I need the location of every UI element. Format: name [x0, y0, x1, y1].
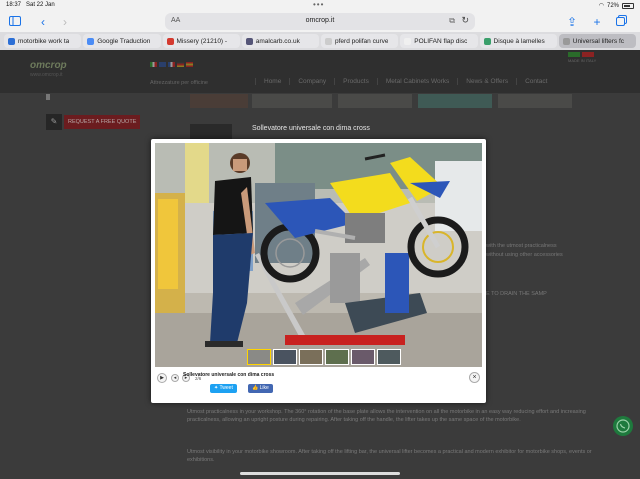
- tabs-overview-icon[interactable]: [614, 15, 628, 29]
- url-text[interactable]: omcrop.it: [165, 17, 475, 24]
- sidebar-icon[interactable]: [8, 15, 22, 29]
- browser-tab[interactable]: motorbike work ta: [4, 34, 82, 48]
- tab-label: motorbike work ta: [18, 37, 70, 45]
- tab-label: Missery (21210) -: [176, 37, 228, 45]
- share-icon[interactable]: ⇪: [565, 15, 579, 29]
- translate-icon[interactable]: ⧉: [449, 16, 455, 26]
- reload-icon[interactable]: ↻: [461, 15, 469, 26]
- image-counter: 2/6: [195, 376, 202, 381]
- battery-icon: [622, 2, 634, 9]
- browser-tab[interactable]: Disque à lamelles: [479, 34, 557, 48]
- thumbnail-filmstrip: [247, 349, 401, 365]
- previous-button[interactable]: ◂: [171, 374, 179, 382]
- filmstrip-thumbnail[interactable]: [299, 349, 323, 365]
- nav-item[interactable]: Metal Cabinets Works: [376, 78, 457, 85]
- thumbnail-strip-2[interactable]: [252, 94, 332, 108]
- thumbnail-strip-5[interactable]: [498, 94, 572, 108]
- tab-favicon-icon: [87, 37, 95, 45]
- nav-item[interactable]: Products: [334, 78, 377, 85]
- flag-en-icon[interactable]: [159, 62, 166, 67]
- main-nav: Home Company Products Metal Cabinets Works N…: [255, 78, 555, 85]
- tab-favicon-icon: [8, 37, 15, 45]
- tab-label: POLIFAN flap disc: [414, 37, 468, 45]
- side-text-2: without using other accessories: [486, 252, 563, 258]
- nav-item[interactable]: Home: [255, 78, 289, 85]
- back-icon[interactable]: ‹: [36, 15, 50, 29]
- browser-tab[interactable]: POLIFAN flap disc: [400, 34, 478, 48]
- request-quote-button[interactable]: REQUEST A FREE QUOTE: [64, 115, 141, 129]
- address-bar[interactable]: AA omcrop.it ⧉ ↻: [165, 13, 475, 30]
- home-indicator[interactable]: [240, 472, 400, 475]
- twitter-icon: ✦: [214, 385, 219, 391]
- battery-percent: 72%: [606, 2, 619, 9]
- browser-tab[interactable]: Missery (21210) -: [162, 34, 240, 48]
- nav-item[interactable]: News & Offers: [457, 78, 516, 85]
- nav-item[interactable]: Company: [289, 78, 334, 85]
- thumbnail-strip-1[interactable]: [190, 94, 248, 108]
- flag-es-icon[interactable]: [186, 62, 193, 67]
- tweet-button[interactable]: ✦ Tweet: [210, 384, 237, 393]
- tab-favicon-icon: [166, 37, 174, 45]
- site-header: omcrop www.omcrop.it Attrezzature per of…: [0, 50, 640, 93]
- tab-label: Google Traduction: [97, 37, 151, 45]
- filmstrip-thumbnail[interactable]: [377, 349, 401, 365]
- tab-favicon-icon: [245, 37, 253, 45]
- side-text-1: with the utmost practicalness: [486, 243, 557, 249]
- lightbox: ▶ ◂ ▸ Sollevatore universale con dima cr…: [151, 139, 486, 403]
- slideshow-play-button[interactable]: ▶: [157, 373, 167, 383]
- like-button[interactable]: 👍 Like: [248, 384, 273, 393]
- whatsapp-icon[interactable]: [613, 416, 633, 436]
- tab-bar: motorbike work ta Google Traduction Misser…: [0, 32, 640, 50]
- browser-tab[interactable]: Universal lifters fc: [558, 34, 636, 48]
- tab-favicon-icon: [562, 37, 570, 45]
- made-in-italy-badge: MADE IN ITALY: [568, 52, 596, 63]
- status-bar: 18:37 Sat 22 Jan ••• ◠ 72%: [0, 0, 640, 12]
- close-icon[interactable]: ×: [469, 372, 480, 383]
- bullet: [46, 94, 50, 100]
- tab-label: amalcarb.co.uk: [255, 37, 300, 45]
- battery-indicator: ◠ 72%: [599, 2, 634, 9]
- like-label: Like: [259, 385, 269, 391]
- product-title: Sollevatore universale con dima cross: [252, 125, 370, 132]
- status-time: 18:37: [6, 2, 22, 8]
- flag-de-icon[interactable]: [177, 62, 184, 67]
- flag-it-icon[interactable]: [150, 62, 157, 67]
- tab-favicon-icon: [325, 37, 332, 45]
- browser-tab[interactable]: amalcarb.co.uk: [241, 34, 319, 48]
- tab-label: pferd polifan curve: [335, 37, 389, 45]
- language-flags[interactable]: [150, 62, 193, 67]
- filmstrip-thumbnail[interactable]: [247, 349, 271, 365]
- filmstrip-thumbnail[interactable]: [351, 349, 375, 365]
- multitask-dots-icon[interactable]: •••: [313, 0, 324, 9]
- site-subtitle: Attrezzature per officine: [150, 80, 208, 86]
- flag-fr-icon[interactable]: [168, 62, 175, 67]
- tab-favicon-icon: [483, 37, 491, 45]
- site-logo[interactable]: omcrop: [30, 60, 67, 71]
- forward-icon[interactable]: ›: [58, 15, 72, 29]
- new-tab-icon[interactable]: +: [590, 15, 604, 29]
- thumbnail-strip-4[interactable]: [418, 94, 492, 108]
- status-date: Sat 22 Jan: [26, 2, 55, 8]
- site-logo-sub: www.omcrop.it: [30, 72, 63, 78]
- wifi-icon: ◠: [598, 3, 604, 9]
- description-paragraph-2: Utmost visibility in your motorbike show…: [187, 449, 592, 463]
- nav-item[interactable]: Contact: [516, 78, 555, 85]
- tweet-label: Tweet: [219, 385, 233, 391]
- filmstrip-thumbnail[interactable]: [273, 349, 297, 365]
- tab-favicon-icon: [404, 37, 412, 45]
- product-photo: [155, 143, 482, 367]
- request-quote[interactable]: ✎ REQUEST A FREE QUOTE: [46, 114, 141, 130]
- thumbs-up-icon: 👍: [252, 385, 259, 391]
- description-paragraph-1: Utmost practicalness in your workshop. T…: [187, 409, 586, 423]
- quote-icon: ✎: [46, 114, 62, 130]
- tab-label: Universal lifters fc: [572, 37, 625, 45]
- browser-tab[interactable]: Google Traduction: [83, 34, 161, 48]
- side-text-3: E TO DRAIN THE SAMP: [486, 291, 547, 297]
- motorbike-lifter-image: [155, 143, 482, 367]
- product-thumb[interactable]: [190, 124, 232, 140]
- filmstrip-thumbnail[interactable]: [325, 349, 349, 365]
- browser-tab[interactable]: pferd polifan curve: [321, 34, 399, 48]
- thumbnail-strip-3[interactable]: [338, 94, 412, 108]
- tab-label: Disque à lamelles: [493, 37, 545, 45]
